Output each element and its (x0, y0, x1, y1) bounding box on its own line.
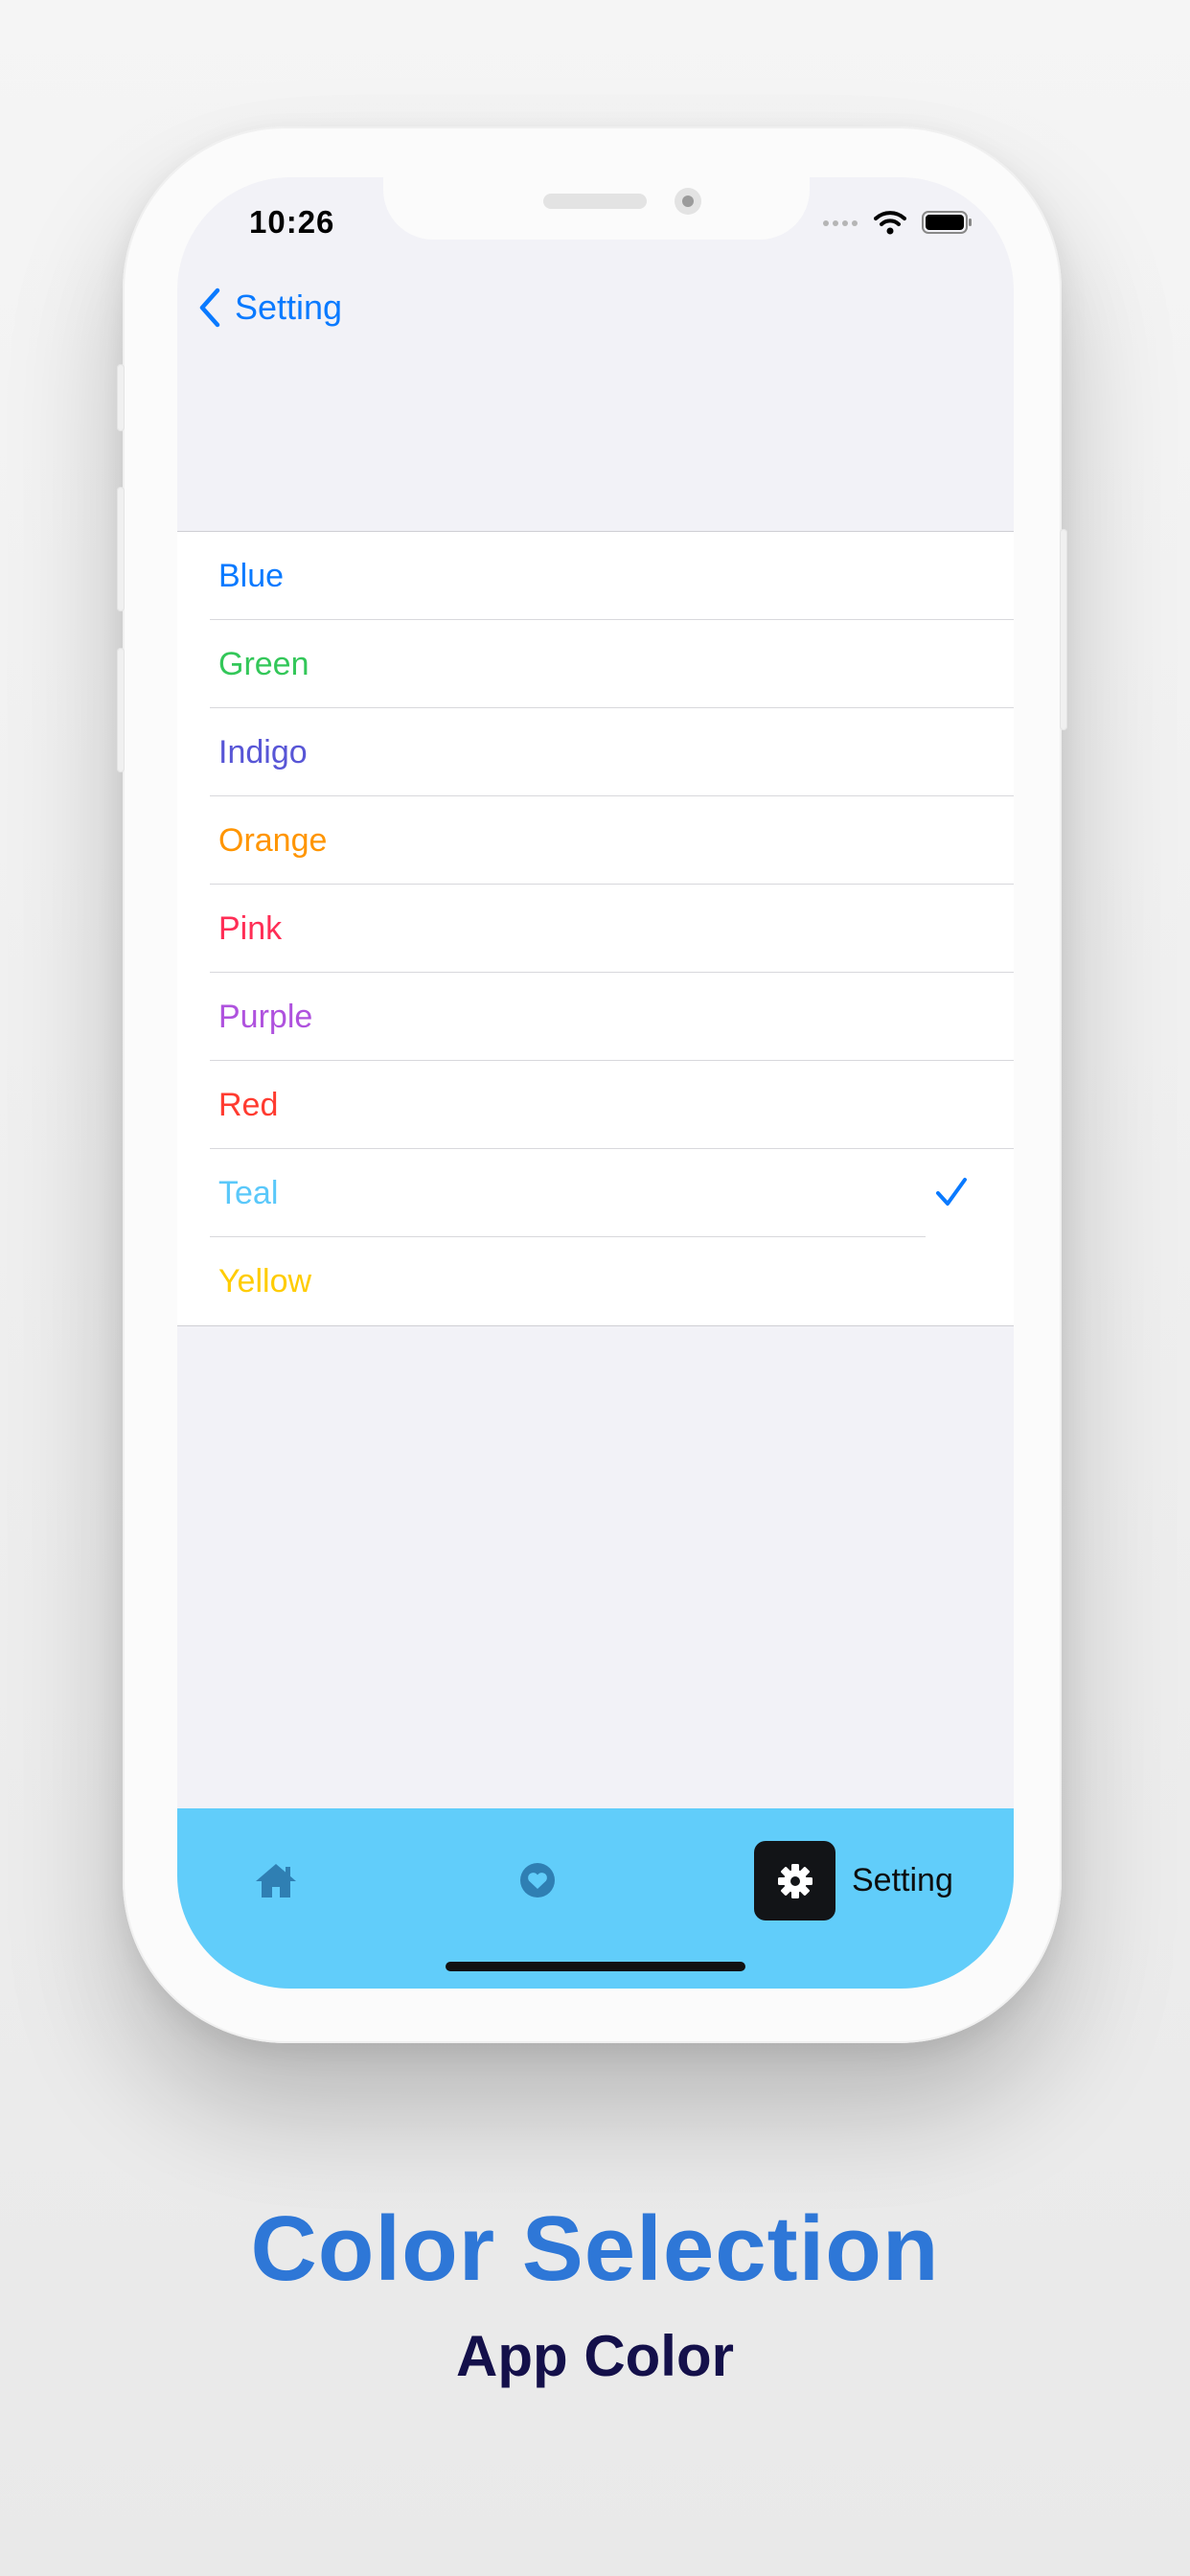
volume-up-button (117, 487, 125, 611)
color-option-label: Pink (218, 909, 283, 947)
volume-down-button (117, 648, 125, 772)
tab-setting-label: Setting (852, 1862, 953, 1898)
chevron-left-icon (199, 288, 220, 328)
tab-bar: Setting (177, 1808, 1014, 1989)
status-icons (822, 210, 973, 235)
battery-icon (922, 211, 972, 234)
color-option-teal[interactable]: Teal (177, 1149, 1014, 1237)
color-option-label: Blue (218, 557, 285, 594)
color-option-green[interactable]: Green (177, 620, 1014, 708)
color-option-purple[interactable]: Purple (177, 973, 1014, 1061)
speaker-grille (543, 194, 647, 209)
color-list: Blue Green Indigo Orange Pink Purple Red… (177, 531, 1014, 1326)
home-indicator (446, 1962, 745, 1971)
silent-switch (117, 364, 125, 431)
power-button (1060, 529, 1067, 730)
color-option-blue[interactable]: Blue (177, 532, 1014, 620)
tab-setting-icon-box (754, 1841, 835, 1920)
tab-setting[interactable]: Setting (754, 1841, 953, 1920)
color-option-label: Orange (218, 821, 328, 859)
back-button-label: Setting (235, 288, 343, 327)
color-option-orange[interactable]: Orange (177, 796, 1014, 885)
color-option-pink[interactable]: Pink (177, 885, 1014, 973)
status-time: 10:26 (249, 204, 335, 240)
checkmark-icon (936, 1178, 967, 1206)
home-icon (256, 1864, 296, 1898)
color-option-label: Indigo (218, 733, 308, 770)
tab-favorites[interactable] (518, 1861, 557, 1904)
color-option-label: Purple (218, 998, 313, 1035)
cellular-signal-icon (823, 220, 858, 226)
tab-home[interactable] (254, 1861, 298, 1904)
gear-icon (777, 1863, 812, 1898)
wifi-icon (874, 211, 906, 235)
color-option-label: Green (218, 645, 309, 682)
color-option-label: Yellow (218, 1262, 312, 1300)
caption-title: Color Selection (250, 2197, 940, 2300)
color-option-indigo[interactable]: Indigo (177, 708, 1014, 796)
back-button[interactable]: Setting (198, 288, 342, 328)
caption-subtitle: App Color (456, 2324, 734, 2388)
app-screen: 10:26 Setting Blue Green Indigo Orange P… (177, 177, 1014, 1989)
heart-icon (520, 1863, 555, 1898)
front-camera (675, 188, 701, 215)
color-option-label: Teal (218, 1174, 279, 1211)
color-option-yellow[interactable]: Yellow (177, 1237, 1014, 1325)
color-option-red[interactable]: Red (177, 1061, 1014, 1149)
color-option-label: Red (218, 1086, 279, 1123)
